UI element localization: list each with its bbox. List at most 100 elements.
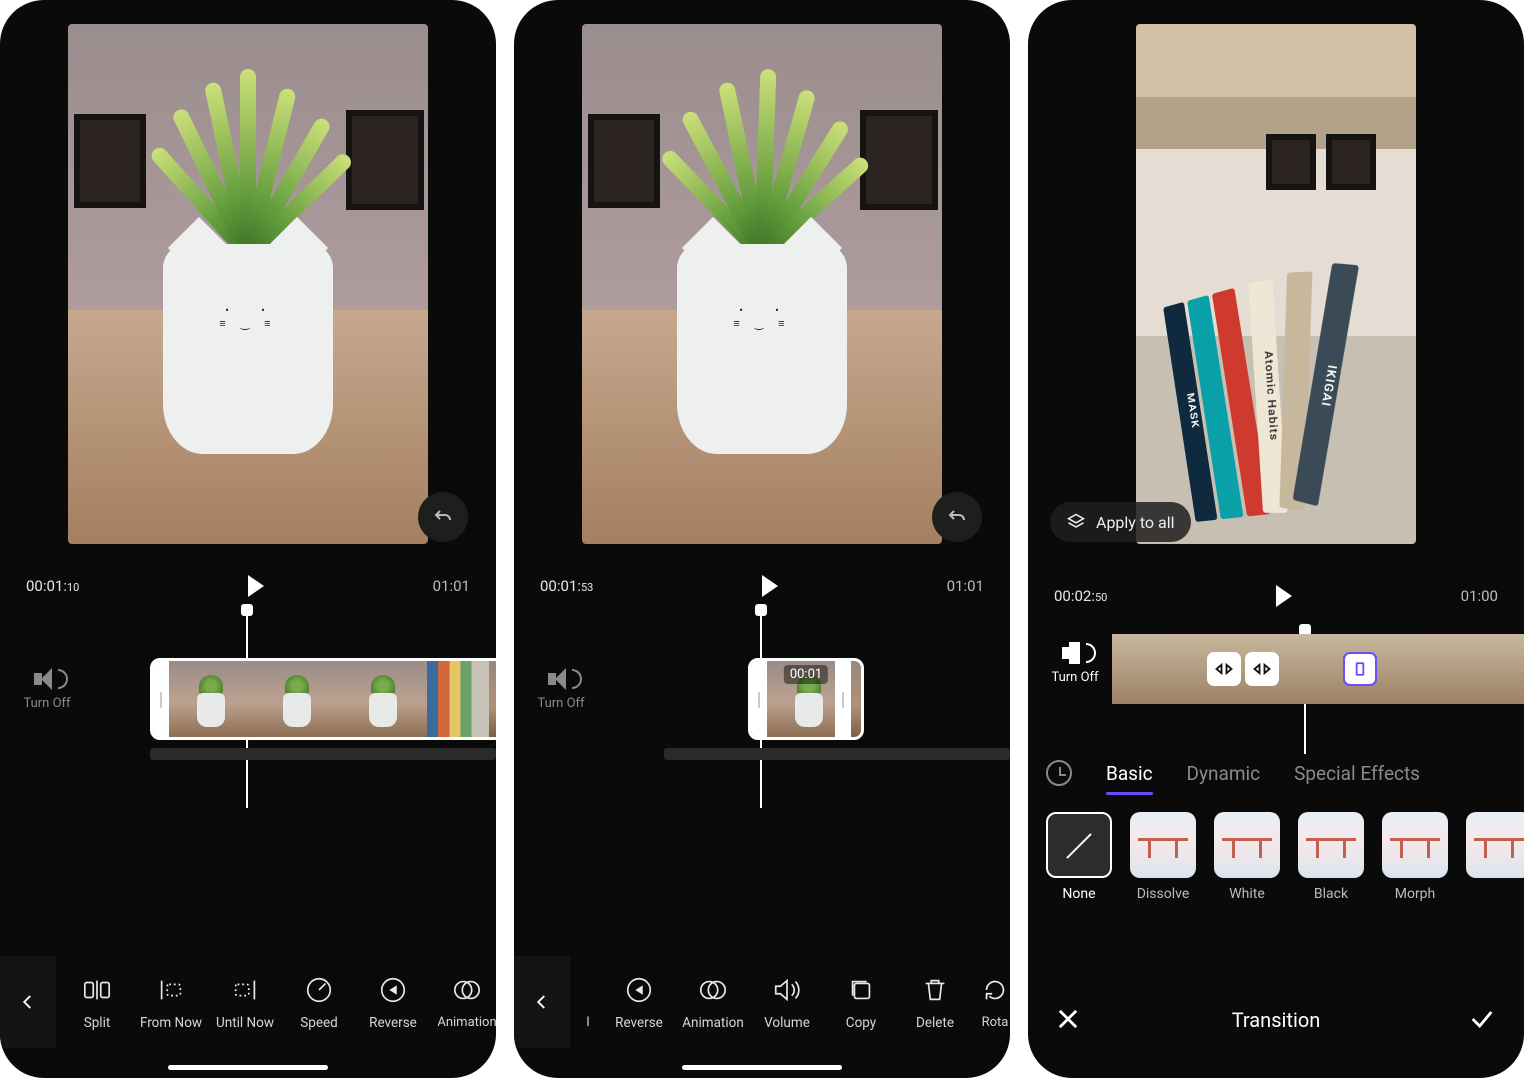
close-icon [1054, 1005, 1082, 1033]
transition-morph[interactable]: Morph [1380, 812, 1450, 902]
reverse-icon [624, 975, 654, 1005]
tool-until-now[interactable]: Until Now [208, 973, 282, 1031]
toolbar-back-button[interactable] [0, 956, 56, 1048]
rotate-icon [980, 975, 1010, 1005]
tool-copy[interactable]: Copy [824, 973, 898, 1031]
audio-toggle[interactable]: Turn Off [14, 668, 80, 711]
turn-off-label: Turn Off [528, 696, 594, 711]
tool-reverse[interactable]: Reverse [602, 973, 676, 1031]
pot-graphic: • •≡ ‿ ≡ [163, 244, 333, 454]
track-strip [150, 748, 496, 760]
home-indicator[interactable] [168, 1065, 328, 1070]
playbar: 00:02:50 01:00 [1028, 570, 1524, 618]
video-preview[interactable]: • •≡ ‿ ≡ [68, 24, 428, 544]
animation-icon [698, 975, 728, 1005]
chevron-left-icon [19, 988, 37, 1016]
tool-delete[interactable]: Delete [898, 973, 972, 1031]
time-current: 00:02:50 [1054, 587, 1107, 605]
clip-handle-left[interactable]: | [153, 661, 169, 737]
bottom-toolbar: I Reverse Animation Volume Copy Delete [514, 956, 1010, 1048]
trash-icon [920, 975, 950, 1005]
layers-icon [1066, 512, 1086, 532]
transition-tabs: Basic Dynamic Special Effects [1028, 748, 1524, 798]
split-icon [82, 975, 112, 1005]
play-button[interactable] [248, 575, 264, 597]
preview-area: • •≡ ‿ ≡ [514, 0, 1010, 560]
transition-icon [1252, 659, 1272, 679]
tool-reverse[interactable]: Reverse [356, 973, 430, 1031]
tool-from-now[interactable]: From Now [134, 973, 208, 1031]
check-icon [1468, 1005, 1496, 1033]
transition-list[interactable]: None Dissolve White Black Morph [1028, 798, 1524, 902]
play-button[interactable] [762, 575, 778, 597]
undo-icon [431, 505, 455, 529]
video-preview[interactable]: • •≡ ‿ ≡ [582, 24, 942, 544]
preview-area: MASK Atomic Habits IKIGAI Apply to all [1028, 0, 1524, 570]
tool-speed[interactable]: Speed [282, 973, 356, 1031]
transition-none-icon [1350, 659, 1370, 679]
time-total: 01:00 [1461, 587, 1498, 605]
tool-volume[interactable]: Volume [750, 973, 824, 1031]
undo-button[interactable] [418, 492, 468, 542]
play-button[interactable] [1276, 585, 1292, 607]
close-button[interactable] [1054, 1005, 1084, 1035]
time-total: 01:01 [433, 577, 470, 595]
timeline[interactable]: Turn Off | | 00:01 [514, 608, 1010, 808]
animation-icon [452, 975, 482, 1005]
phone-screen-2: • •≡ ‿ ≡ 00:01:53 01:01 Turn Off | | [514, 0, 1010, 1078]
video-preview[interactable]: MASK Atomic Habits IKIGAI [1136, 24, 1416, 544]
tool-animation[interactable]: Animation [676, 973, 750, 1031]
track-strip [664, 748, 1010, 760]
transition-none[interactable]: None [1044, 812, 1114, 902]
apply-to-all-button[interactable]: Apply to all [1050, 502, 1191, 542]
home-indicator[interactable] [682, 1065, 842, 1070]
transition-next[interactable] [1464, 812, 1524, 902]
tab-basic[interactable]: Basic [1106, 762, 1153, 785]
turn-off-label: Turn Off [1042, 670, 1108, 685]
transition-marker-1[interactable] [1207, 652, 1241, 686]
transition-white[interactable]: White [1212, 812, 1282, 902]
plant-graphic [143, 54, 353, 254]
clip-selected[interactable]: | | 00:01 [748, 658, 864, 740]
toolbar-back-button[interactable] [514, 956, 570, 1048]
history-icon[interactable] [1046, 760, 1072, 786]
confirm-button[interactable] [1468, 1005, 1498, 1035]
transition-black[interactable]: Black [1296, 812, 1366, 902]
audio-toggle[interactable]: Turn Off [528, 668, 594, 711]
books-graphic: MASK Atomic Habits IKIGAI [1163, 264, 1359, 522]
chevron-left-icon [533, 988, 551, 1016]
tool-split[interactable]: Split [60, 973, 134, 1031]
clip-handle-right[interactable]: | [835, 661, 851, 737]
tool-cut-overflow[interactable]: I [574, 973, 602, 1031]
time-current: 00:01:53 [540, 577, 593, 595]
tab-dynamic[interactable]: Dynamic [1187, 762, 1261, 785]
turn-off-label: Turn Off [14, 696, 80, 711]
undo-icon [945, 505, 969, 529]
clip-duration-label: 00:01 [784, 665, 828, 684]
volume-icon [772, 975, 802, 1005]
timeline[interactable]: Turn Off [1028, 618, 1524, 748]
tool-animation[interactable]: Animation [430, 973, 496, 1031]
transition-marker-2[interactable] [1245, 652, 1279, 686]
from-now-icon [156, 975, 186, 1005]
speed-icon [304, 975, 334, 1005]
playbar: 00:01:53 01:01 [514, 560, 1010, 608]
clip-selected[interactable]: | [150, 658, 496, 740]
transition-icon [1214, 659, 1234, 679]
until-now-icon [230, 975, 260, 1005]
time-total: 01:01 [947, 577, 984, 595]
panel-footer: Transition [1028, 992, 1524, 1048]
clip-handle-left[interactable]: | [751, 661, 767, 737]
panel-title: Transition [1232, 1008, 1321, 1032]
reverse-icon [378, 975, 408, 1005]
audio-toggle[interactable]: Turn Off [1042, 642, 1108, 685]
tab-special-effects[interactable]: Special Effects [1294, 762, 1420, 785]
transition-dissolve[interactable]: Dissolve [1128, 812, 1198, 902]
preview-area: • •≡ ‿ ≡ [0, 0, 496, 560]
undo-button[interactable] [932, 492, 982, 542]
transition-marker-active[interactable] [1343, 652, 1377, 686]
tool-rotate[interactable]: Rota [972, 973, 1010, 1031]
phone-screen-3: MASK Atomic Habits IKIGAI Apply to all 0… [1028, 0, 1524, 1078]
bottom-toolbar: Split From Now Until Now Speed Reverse A… [0, 956, 496, 1048]
timeline[interactable]: Turn Off | [0, 608, 496, 808]
